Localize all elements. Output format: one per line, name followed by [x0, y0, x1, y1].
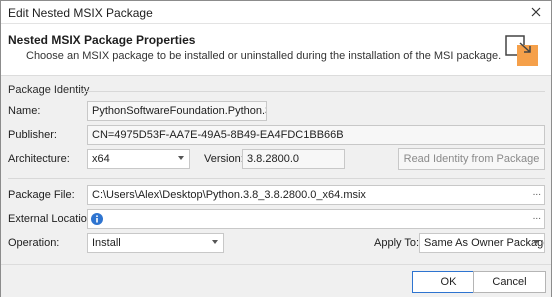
- cancel-button[interactable]: Cancel: [473, 271, 546, 293]
- group-divider: [82, 91, 545, 92]
- browse-button[interactable]: ...: [533, 187, 541, 198]
- package-file-value: C:\Users\Alex\Desktop\Python.3.8_3.8.280…: [92, 189, 366, 201]
- name-label: Name:: [8, 105, 41, 117]
- version-label: Version:: [204, 153, 244, 165]
- chevron-down-icon: [178, 156, 184, 160]
- close-button[interactable]: [527, 4, 545, 21]
- package-file-label: Package File:: [8, 189, 75, 201]
- operation-value: Install: [92, 237, 121, 249]
- architecture-combo[interactable]: x64: [87, 149, 190, 169]
- dialog-header: Nested MSIX Package Properties Choose an…: [1, 24, 551, 76]
- dialog-footer: OK Cancel: [1, 264, 551, 297]
- group-label-package-identity: Package Identity: [8, 84, 90, 96]
- apply-to-combo[interactable]: Same As Owner Package: [419, 233, 545, 253]
- version-field[interactable]: 3.8.2800.0: [242, 149, 345, 169]
- read-identity-button[interactable]: Read Identity from Package: [398, 148, 545, 170]
- chevron-down-icon: [533, 240, 539, 244]
- header-title: Nested MSIX Package Properties: [8, 33, 196, 47]
- header-subtitle: Choose an MSIX package to be installed o…: [26, 50, 502, 62]
- external-location-label: External Location:: [8, 213, 97, 225]
- external-location-field[interactable]: ...: [87, 209, 545, 229]
- apply-to-label: Apply To:: [374, 237, 420, 249]
- architecture-label: Architecture:: [8, 153, 70, 165]
- chevron-down-icon: [212, 240, 218, 244]
- package-file-field[interactable]: C:\Users\Alex\Desktop\Python.3.8_3.8.280…: [87, 185, 545, 205]
- package-arrow-icon: [505, 35, 538, 66]
- name-field[interactable]: PythonSoftwareFoundation.Python.3.8: [87, 101, 267, 121]
- operation-combo[interactable]: Install: [87, 233, 224, 253]
- publisher-label: Publisher:: [8, 129, 57, 141]
- operation-label: Operation:: [8, 237, 60, 249]
- dialog-window: Edit Nested MSIX Package Nested MSIX Pac…: [0, 0, 552, 297]
- window-title: Edit Nested MSIX Package: [8, 6, 153, 20]
- publisher-field[interactable]: CN=4975D53F-AA7E-49A5-8B49-EA4FDC1BB66B: [87, 125, 545, 145]
- section-divider: [8, 178, 545, 179]
- info-icon: [91, 213, 103, 225]
- architecture-value: x64: [92, 153, 110, 165]
- apply-to-value: Same As Owner Package: [424, 237, 545, 249]
- close-icon: [531, 7, 541, 17]
- external-browse-button[interactable]: ...: [533, 211, 541, 222]
- title-bar: Edit Nested MSIX Package: [1, 1, 551, 24]
